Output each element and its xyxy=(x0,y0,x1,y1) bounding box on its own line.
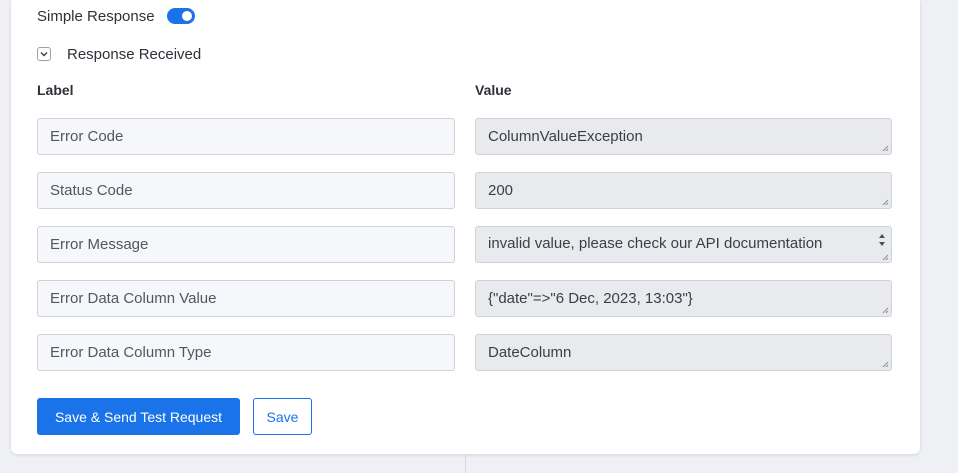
value-column-header: Value xyxy=(475,82,512,98)
response-received-label: Response Received xyxy=(67,45,202,63)
scroll-up-icon xyxy=(879,234,885,238)
label-field-error-data-column-value[interactable]: Error Data Column Value xyxy=(37,280,455,317)
label-field-error-code[interactable]: Error Code xyxy=(37,118,455,155)
resize-grip-icon[interactable] xyxy=(881,360,889,368)
label-field-error-message[interactable]: Error Message xyxy=(37,226,455,263)
value-text: invalid value, please check our API docu… xyxy=(488,235,823,252)
save-and-send-test-request-button[interactable]: Save & Send Test Request xyxy=(37,398,240,435)
panel-divider xyxy=(465,455,466,473)
resize-grip-icon xyxy=(882,254,889,261)
response-received-row[interactable]: Response Received xyxy=(37,44,201,64)
resize-grip-icon[interactable] xyxy=(881,144,889,152)
scroll-down-icon xyxy=(879,242,885,246)
chevron-down-icon[interactable] xyxy=(37,47,51,61)
simple-response-row: Simple Response xyxy=(37,6,195,26)
scrollbar[interactable] xyxy=(874,228,890,261)
value-text: DateColumn xyxy=(488,344,572,361)
value-text: ColumnValueException xyxy=(488,128,643,145)
value-text: {"date"=>"6 Dec, 2023, 13:03"} xyxy=(488,290,693,307)
save-button[interactable]: Save xyxy=(253,398,312,435)
value-field-error-code[interactable]: ColumnValueException xyxy=(475,118,892,155)
label-field-error-data-column-type[interactable]: Error Data Column Type xyxy=(37,334,455,371)
resize-grip-icon[interactable] xyxy=(881,306,889,314)
simple-response-label: Simple Response xyxy=(37,7,155,25)
value-field-error-data-column-type[interactable]: DateColumn xyxy=(475,334,892,371)
resize-grip-icon[interactable] xyxy=(881,198,889,206)
value-field-error-message[interactable]: invalid value, please check our API docu… xyxy=(475,226,892,263)
simple-response-toggle[interactable] xyxy=(166,8,195,24)
value-field-error-data-column-value[interactable]: {"date"=>"6 Dec, 2023, 13:03"} xyxy=(475,280,892,317)
toggle-knob xyxy=(181,11,192,21)
value-field-status-code[interactable]: 200 xyxy=(475,172,892,209)
label-column-header: Label xyxy=(37,82,74,98)
value-text: 200 xyxy=(488,182,514,199)
label-field-status-code[interactable]: Status Code xyxy=(37,172,455,209)
